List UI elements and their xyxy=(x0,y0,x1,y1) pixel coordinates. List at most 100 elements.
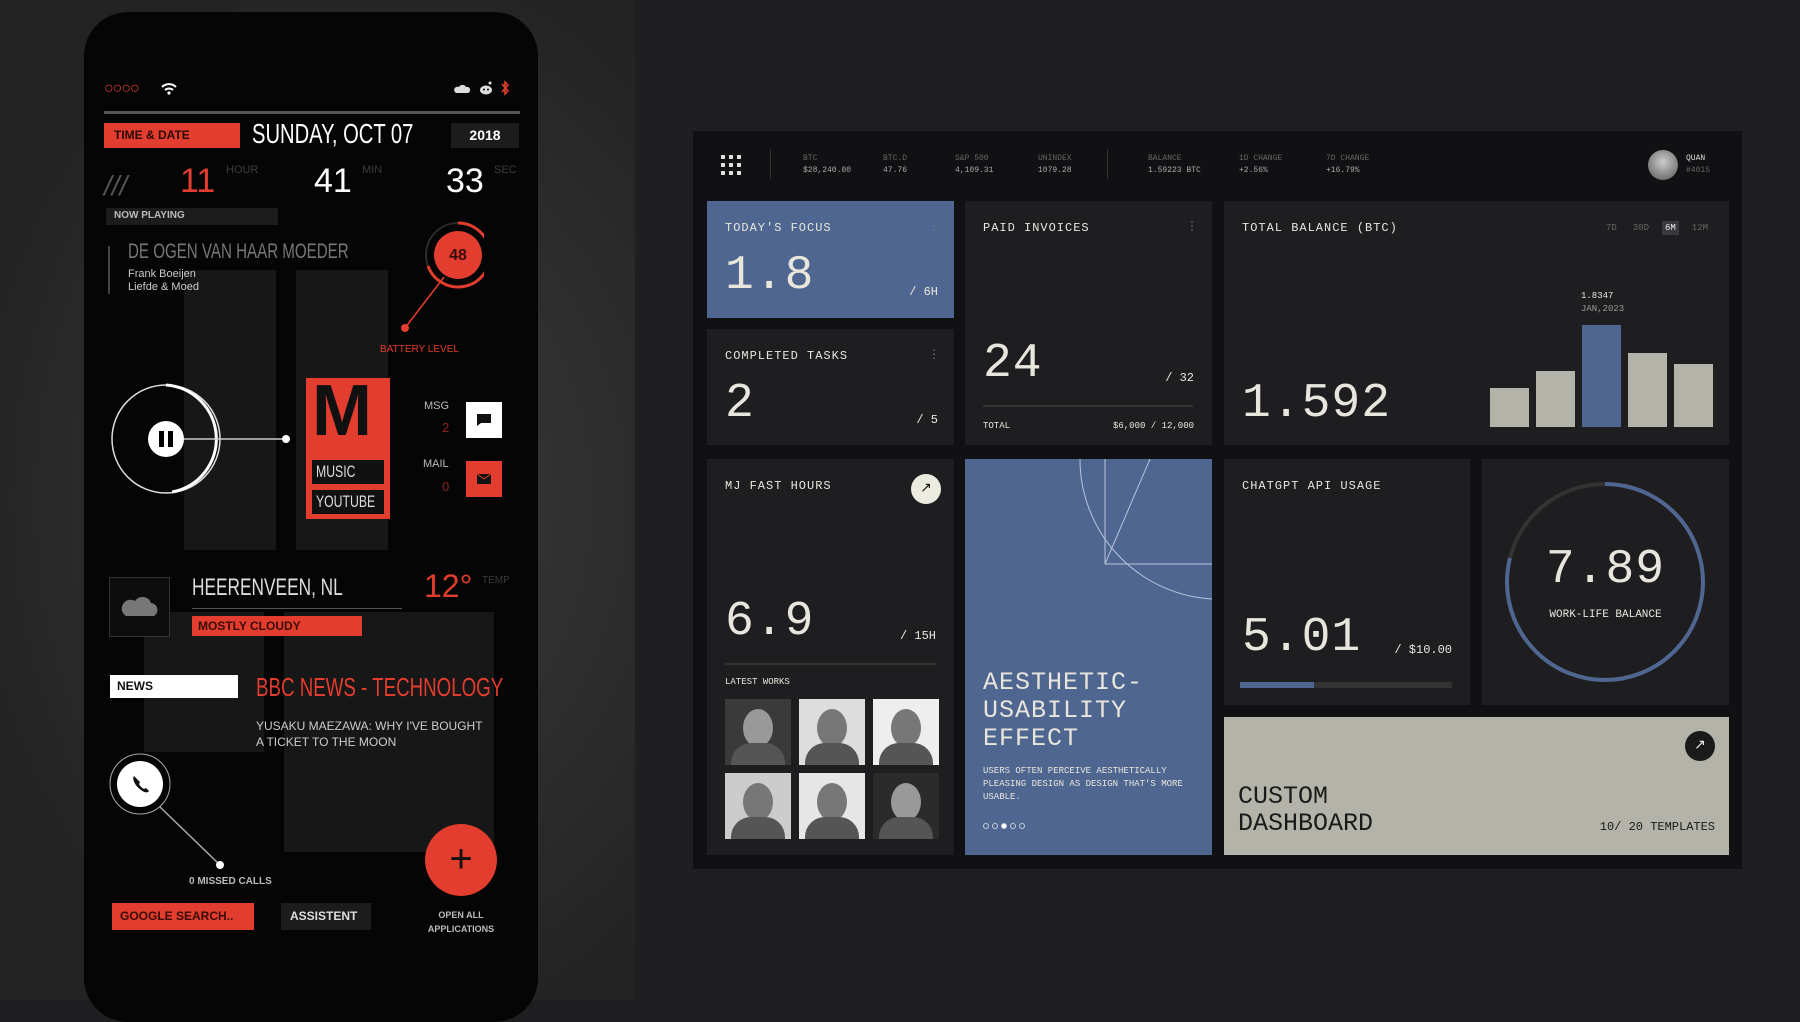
open-arrow-icon[interactable]: ↗ xyxy=(1685,731,1715,761)
pager-dot[interactable] xyxy=(1001,823,1007,829)
weather-city: HEERENVEEN, NL xyxy=(192,574,343,601)
pager-dot[interactable] xyxy=(992,823,998,829)
song-title: DE OGEN VAN HAAR MOEDER xyxy=(128,240,349,263)
card-title: PAID INVOICES xyxy=(983,221,1090,235)
tooltip-value: 1.8347 xyxy=(1581,291,1614,301)
news-source[interactable]: BBC NEWS - TECHNOLOGY xyxy=(256,672,503,703)
work-thumbnail[interactable] xyxy=(725,773,791,839)
work-thumbnail[interactable] xyxy=(799,699,865,765)
balance-bar[interactable] xyxy=(1674,363,1713,427)
assistant-button[interactable]: ASSISTENT xyxy=(281,903,371,930)
user-name: QUAN xyxy=(1686,154,1706,163)
completed-tasks-card[interactable]: COMPLETED TASKS ⋮ 2 / 5 xyxy=(707,329,954,445)
phone-launcher: ○○○○ TIME & DATE SUNDAY, OCT 07 2018 ///… xyxy=(84,12,538,1022)
clock-slashes: /// xyxy=(104,170,128,201)
balance-bar[interactable] xyxy=(1582,325,1621,427)
total-label: TOTAL xyxy=(983,421,1011,431)
ticker-5: 1D CHANGE +2.56% xyxy=(1239,153,1282,177)
ticker-value: $28,240.00 xyxy=(803,166,852,175)
tooltip-date: JAN,2023 xyxy=(1581,304,1625,314)
paid-invoices-card[interactable]: PAID INVOICES ⋮ 24 / 32 TOTAL $6,000 / 12… xyxy=(965,201,1212,445)
music-item[interactable]: MUSIC xyxy=(312,460,384,484)
ticker-value: 4,109.31 xyxy=(955,166,994,175)
year-badge: 2018 xyxy=(451,123,519,148)
pause-icon xyxy=(159,431,164,447)
geometric-illustration xyxy=(1079,459,1212,600)
time-date-label: TIME & DATE xyxy=(104,123,240,148)
aesthetic-usability-card[interactable]: AESTHETIC- USABILITY EFFECT USERS OFTEN … xyxy=(965,459,1212,855)
youtube-item[interactable]: YOUTUBE xyxy=(312,490,384,514)
work-thumbnail[interactable] xyxy=(873,773,939,839)
pager-dot[interactable] xyxy=(983,823,989,829)
song-artist: Frank Boeijen xyxy=(128,268,196,280)
balance-bar[interactable] xyxy=(1628,352,1667,427)
messages-button[interactable] xyxy=(466,402,502,438)
more-icon[interactable]: ⋮ xyxy=(928,347,940,362)
aesthetic-title-1: AESTHETIC- xyxy=(983,668,1144,697)
msg-count: 2 xyxy=(442,420,450,435)
google-search-button[interactable]: GOOGLE SEARCH.. xyxy=(112,903,254,930)
card-title: TODAY'S FOCUS xyxy=(725,221,832,235)
card-title: MJ FAST HOURS xyxy=(725,479,832,493)
more-icon[interactable]: ⋮ xyxy=(1186,219,1198,234)
apps-grid-icon[interactable] xyxy=(721,155,741,175)
avatar[interactable] xyxy=(1648,150,1678,180)
range-tab[interactable]: 12M xyxy=(1689,221,1711,235)
news-label: NEWS xyxy=(110,675,238,698)
news-headline-line1[interactable]: YUSAKU MAEZAWA: WHY I'VE BOUGHT xyxy=(256,719,483,733)
news-headline-line2[interactable]: A TICKET TO THE MOON xyxy=(256,735,396,749)
pause-button[interactable] xyxy=(148,421,184,457)
work-thumbnail[interactable] xyxy=(799,773,865,839)
work-life-balance-card[interactable]: 7.89 WORK-LIFE BALANCE xyxy=(1482,459,1729,705)
todays-focus-card[interactable]: TODAY'S FOCUS ⋮ 1.8 / 6H xyxy=(707,201,954,318)
user-id: #4015 xyxy=(1686,166,1711,175)
sec-label: SEC xyxy=(494,164,517,176)
range-tab[interactable]: 30D xyxy=(1630,221,1652,235)
mj-value: 6.9 xyxy=(725,595,815,649)
balance-bar[interactable] xyxy=(1490,388,1529,427)
ticker-value: +16.79% xyxy=(1326,166,1360,175)
mj-target: / 15H xyxy=(899,629,936,643)
open-arrow-icon[interactable]: ↗ xyxy=(911,474,941,504)
msg-label: MSG xyxy=(424,400,450,412)
music-tile[interactable]: M MUSIC YOUTUBE xyxy=(306,371,390,519)
ticker-label: BTC.D xyxy=(883,154,908,163)
mail-button[interactable] xyxy=(466,461,502,497)
work-thumbnail[interactable] xyxy=(873,699,939,765)
invoices-value: 24 xyxy=(983,337,1043,391)
battery-label: BATTERY LEVEL xyxy=(380,344,459,355)
chatgpt-limit: / $10.00 xyxy=(1394,643,1452,657)
total-balance-card[interactable]: TOTAL BALANCE (BTC) 7D 30D 6M 12M 1.592 1.8… xyxy=(1224,201,1729,445)
pager-dot[interactable] xyxy=(1010,823,1016,829)
open-all-apps-button[interactable]: + xyxy=(425,824,497,896)
chatgpt-usage-card[interactable]: CHATGPT API USAGE 5.01 / $10.00 xyxy=(1224,459,1470,705)
aesthetic-title-2: USABILITY xyxy=(983,696,1128,725)
hour-label: HOUR xyxy=(226,164,259,176)
custom-dashboard-card[interactable]: ↗ CUSTOM DASHBOARD 10/ 20 TEMPLATES xyxy=(1224,717,1729,855)
weather-icon-box xyxy=(109,577,170,637)
range-tab[interactable]: 6M xyxy=(1661,221,1679,235)
invoices-target: / 32 xyxy=(1165,371,1194,385)
balance-bar[interactable] xyxy=(1536,370,1575,427)
aesthetic-description: USERS OFTEN PERCEIVE AESTHETICALLY PLEAS… xyxy=(983,766,1183,802)
range-tab[interactable]: 7D xyxy=(1603,221,1620,235)
wlb-value: 7.89 xyxy=(1545,543,1666,597)
ticker-4: BALANCE 1.59223 BTC xyxy=(1148,153,1201,177)
music-tile-logo: M xyxy=(312,371,372,451)
now-playing-label: NOW PLAYING xyxy=(106,208,278,225)
applications-label: APPLICATIONS xyxy=(427,924,495,934)
ticker-0: BTC $28,240.00 xyxy=(803,153,851,177)
templates-count: 10/ 20 TEMPLATES xyxy=(1599,820,1715,834)
mj-fast-hours-card[interactable]: MJ FAST HOURS ↗ 6.9 / 15H LATEST WORKS xyxy=(707,459,954,855)
card-title: CHATGPT API USAGE xyxy=(1242,479,1382,493)
ticker-value: +2.56% xyxy=(1239,166,1268,175)
pager-dot[interactable] xyxy=(1019,823,1025,829)
weather-temp: 12° xyxy=(424,568,473,604)
usage-progress-bar xyxy=(1240,682,1452,688)
work-thumbnail[interactable] xyxy=(725,699,791,765)
battery-gauge xyxy=(401,221,484,332)
ticker-value: 1079.28 xyxy=(1038,166,1072,175)
more-icon[interactable]: ⋮ xyxy=(928,219,940,234)
ticker-6: 7D CHANGE +16.79% xyxy=(1326,153,1369,177)
phone-button[interactable] xyxy=(117,761,163,807)
